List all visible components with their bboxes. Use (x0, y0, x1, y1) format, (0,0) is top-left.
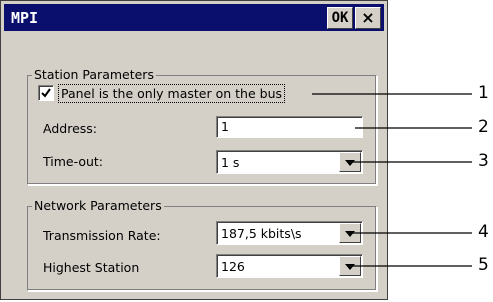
callout-number-3: 3 (478, 151, 489, 171)
callout-number-5: 5 (478, 255, 489, 275)
callout-number-2: 2 (478, 117, 489, 137)
callout-number-1: 1 (478, 83, 489, 103)
callout-number-4: 4 (478, 222, 489, 242)
callout-lines (312, 93, 472, 267)
